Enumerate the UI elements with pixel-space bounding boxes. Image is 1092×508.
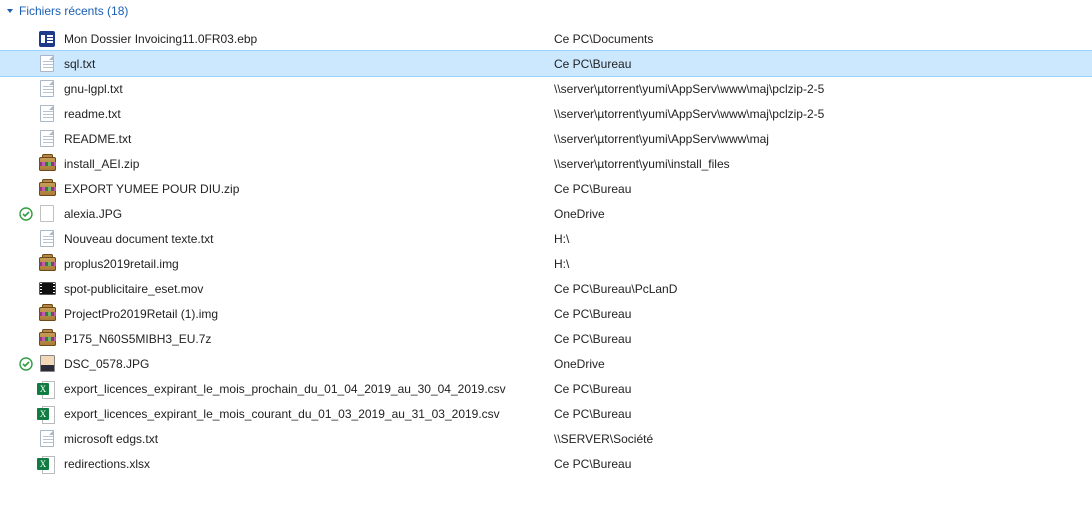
file-xlsx-icon: [38, 455, 56, 473]
file-row[interactable]: DSC_0578.JPGOneDrive: [0, 351, 1092, 376]
sync-placeholder: [18, 106, 34, 122]
file-name: P175_N60S5MIBH3_EU.7z: [64, 332, 554, 346]
file-name: export_licences_expirant_le_mois_courant…: [64, 407, 554, 421]
file-row[interactable]: microsoft edgs.txt\\SERVER\Société: [0, 426, 1092, 451]
file-path: \\server\µtorrent\yumi\AppServ\www\maj: [554, 132, 1092, 146]
file-row[interactable]: export_licences_expirant_le_mois_courant…: [0, 401, 1092, 426]
file-name: README.txt: [64, 132, 554, 146]
file-name: install_AEI.zip: [64, 157, 554, 171]
file-row[interactable]: README.txt\\server\µtorrent\yumi\AppServ…: [0, 126, 1092, 151]
file-path: \\server\µtorrent\yumi\AppServ\www\maj\p…: [554, 82, 1092, 96]
file-name: readme.txt: [64, 107, 554, 121]
sync-ok-icon: [18, 356, 34, 372]
file-txt-icon: [38, 130, 56, 148]
file-row[interactable]: Mon Dossier Invoicing11.0FR03.ebpCe PC\D…: [0, 26, 1092, 51]
file-path: Ce PC\Bureau: [554, 307, 1092, 321]
sync-placeholder: [18, 256, 34, 272]
sync-placeholder: [18, 381, 34, 397]
sync-placeholder: [18, 456, 34, 472]
sync-ok-icon: [18, 206, 34, 222]
file-txt-icon: [38, 105, 56, 123]
file-txt-icon: [38, 430, 56, 448]
file-pic-icon: [38, 355, 56, 373]
sync-placeholder: [18, 131, 34, 147]
file-row[interactable]: ProjectPro2019Retail (1).imgCe PC\Bureau: [0, 301, 1092, 326]
file-path: \\server\µtorrent\yumi\AppServ\www\maj\p…: [554, 107, 1092, 121]
file-path: Ce PC\Bureau: [554, 382, 1092, 396]
file-path: \\SERVER\Société: [554, 432, 1092, 446]
file-path: H:\: [554, 232, 1092, 246]
sync-placeholder: [18, 406, 34, 422]
file-row[interactable]: spot-publicitaire_eset.movCe PC\Bureau\P…: [0, 276, 1092, 301]
chevron-down-icon: [6, 7, 14, 15]
sync-placeholder: [18, 181, 34, 197]
file-ebp-icon: [38, 30, 56, 48]
file-name: ProjectPro2019Retail (1).img: [64, 307, 554, 321]
file-row[interactable]: sql.txtCe PC\Bureau: [0, 51, 1092, 76]
group-header[interactable]: Fichiers récents (18): [0, 0, 1092, 22]
group-title: Fichiers récents (18): [19, 4, 128, 18]
file-path: OneDrive: [554, 207, 1092, 221]
file-row[interactable]: export_licences_expirant_le_mois_prochai…: [0, 376, 1092, 401]
file-path: Ce PC\Bureau: [554, 457, 1092, 471]
file-name: redirections.xlsx: [64, 457, 554, 471]
file-row[interactable]: P175_N60S5MIBH3_EU.7zCe PC\Bureau: [0, 326, 1092, 351]
file-txt-icon: [38, 80, 56, 98]
file-txt-icon: [38, 230, 56, 248]
sync-placeholder: [18, 281, 34, 297]
sync-placeholder: [18, 156, 34, 172]
file-path: Ce PC\Bureau: [554, 182, 1092, 196]
file-path: H:\: [554, 257, 1092, 271]
file-name: spot-publicitaire_eset.mov: [64, 282, 554, 296]
file-txt-icon: [38, 55, 56, 73]
file-name: Mon Dossier Invoicing11.0FR03.ebp: [64, 32, 554, 46]
sync-placeholder: [18, 81, 34, 97]
file-name: EXPORT YUMEE POUR DIU.zip: [64, 182, 554, 196]
file-csv-icon: [38, 405, 56, 423]
file-name: gnu-lgpl.txt: [64, 82, 554, 96]
sync-placeholder: [18, 56, 34, 72]
file-zip-icon: [38, 330, 56, 348]
file-path: \\server\µtorrent\yumi\install_files: [554, 157, 1092, 171]
file-path: Ce PC\Documents: [554, 32, 1092, 46]
file-name: export_licences_expirant_le_mois_prochai…: [64, 382, 554, 396]
file-row[interactable]: gnu-lgpl.txt\\server\µtorrent\yumi\AppSe…: [0, 76, 1092, 101]
file-name: proplus2019retail.img: [64, 257, 554, 271]
file-name: sql.txt: [64, 57, 554, 71]
file-zip-icon: [38, 305, 56, 323]
file-path: Ce PC\Bureau\PcLanD: [554, 282, 1092, 296]
file-row[interactable]: proplus2019retail.imgH:\: [0, 251, 1092, 276]
file-name: Nouveau document texte.txt: [64, 232, 554, 246]
sync-placeholder: [18, 231, 34, 247]
sync-placeholder: [18, 306, 34, 322]
file-row[interactable]: readme.txt\\server\µtorrent\yumi\AppServ…: [0, 101, 1092, 126]
file-path: Ce PC\Bureau: [554, 57, 1092, 71]
file-row[interactable]: redirections.xlsxCe PC\Bureau: [0, 451, 1092, 476]
file-zip-icon: [38, 180, 56, 198]
sync-placeholder: [18, 331, 34, 347]
file-path: Ce PC\Bureau: [554, 407, 1092, 421]
file-row[interactable]: install_AEI.zip\\server\µtorrent\yumi\in…: [0, 151, 1092, 176]
file-zip-icon: [38, 155, 56, 173]
sync-placeholder: [18, 31, 34, 47]
file-path: Ce PC\Bureau: [554, 332, 1092, 346]
file-row[interactable]: EXPORT YUMEE POUR DIU.zipCe PC\Bureau: [0, 176, 1092, 201]
file-name: DSC_0578.JPG: [64, 357, 554, 371]
file-row[interactable]: Nouveau document texte.txtH:\: [0, 226, 1092, 251]
sync-placeholder: [18, 431, 34, 447]
file-name: alexia.JPG: [64, 207, 554, 221]
file-row[interactable]: alexia.JPGOneDrive: [0, 201, 1092, 226]
file-vid-icon: [38, 280, 56, 298]
file-zip-icon: [38, 255, 56, 273]
file-list: Mon Dossier Invoicing11.0FR03.ebpCe PC\D…: [0, 22, 1092, 476]
file-path: OneDrive: [554, 357, 1092, 371]
file-name: microsoft edgs.txt: [64, 432, 554, 446]
file-csv-icon: [38, 380, 56, 398]
file-blank-icon: [38, 205, 56, 223]
